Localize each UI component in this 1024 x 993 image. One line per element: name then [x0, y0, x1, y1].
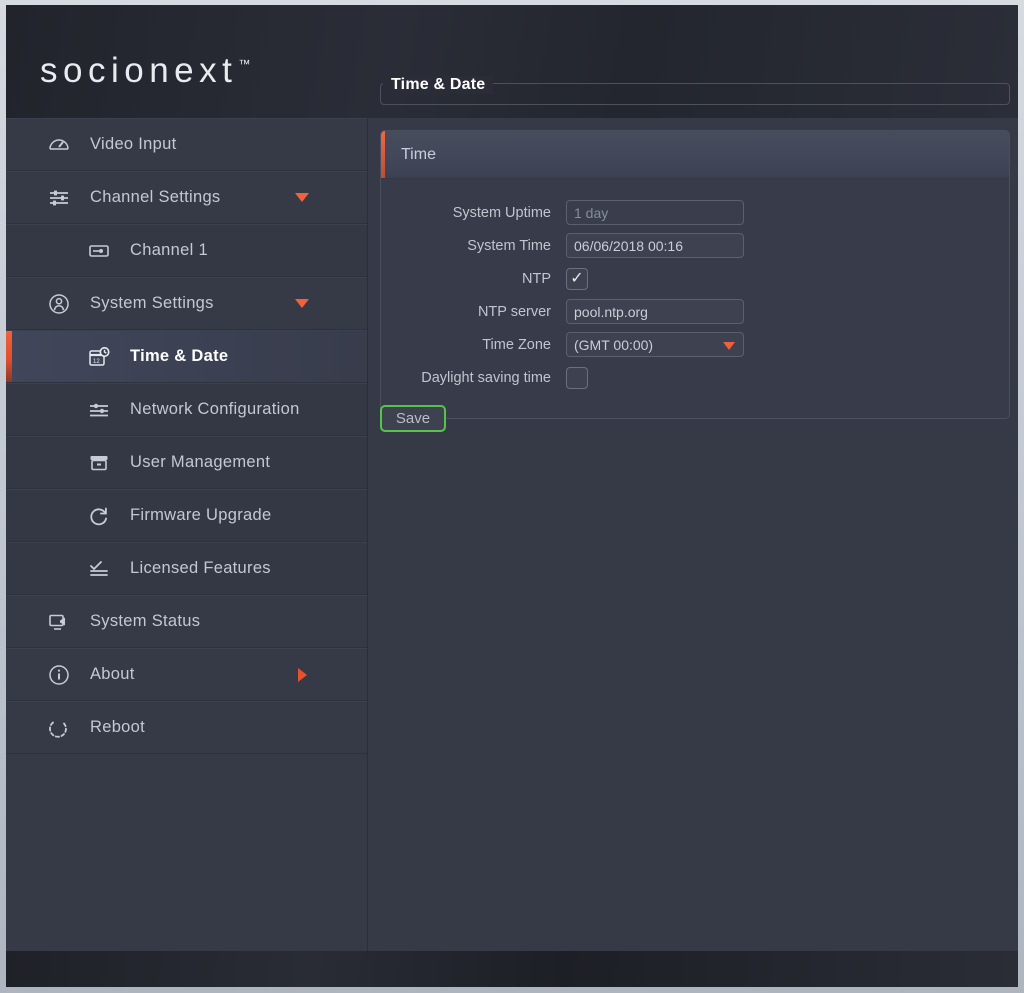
sidebar-item-label: Firmware Upgrade: [130, 506, 272, 524]
sidebar-item-video-input[interactable]: Video Input: [6, 118, 367, 171]
ntp-label: NTP: [522, 270, 551, 287]
daylight-saving-checkbox[interactable]: ✓: [566, 366, 588, 389]
chevron-down-icon[interactable]: [295, 299, 309, 308]
footer-bar: [6, 951, 1018, 987]
system-time-label: System Time: [467, 237, 551, 254]
sidebar-item-label: Channel 1: [130, 241, 208, 259]
save-button[interactable]: Save: [380, 405, 446, 432]
sidebar-item-label: User Management: [130, 453, 271, 471]
sidebar: Video Input Channel Settings Channel 1 S…: [6, 118, 368, 951]
refresh-icon: [84, 501, 114, 531]
reboot-icon: [44, 713, 74, 743]
sidebar-item-channel-settings[interactable]: Channel Settings: [6, 171, 367, 224]
gauge-icon: [44, 130, 74, 160]
sidebar-item-label: Reboot: [90, 718, 146, 736]
daylight-saving-label: Daylight saving time: [421, 369, 551, 386]
system-time-field: [566, 233, 744, 258]
users-box-icon: [84, 448, 114, 478]
chevron-right-icon[interactable]: [298, 667, 307, 682]
user-icon: [44, 289, 74, 319]
sidebar-item-channel-1[interactable]: Channel 1: [6, 224, 367, 277]
window-frame: socionext™ Video Input Channel Settings …: [0, 0, 1024, 993]
check-icon: ✓: [570, 269, 584, 287]
sidebar-item-label: Network Configuration: [130, 400, 300, 418]
sidebar-item-label: System Settings: [90, 294, 214, 312]
row-ntp-server: NTP server: [381, 297, 1009, 326]
sidebar-item-system-settings[interactable]: System Settings: [6, 277, 367, 330]
brand-name: socionext: [40, 51, 238, 90]
time-zone-label: Time Zone: [482, 336, 551, 353]
ntp-server-label: NTP server: [477, 303, 551, 320]
page-root: socionext™ Video Input Channel Settings …: [6, 5, 1018, 987]
checklist-icon: [84, 554, 114, 584]
sidebar-item-label: Time & Date: [130, 347, 229, 365]
system-uptime-label: System Uptime: [452, 204, 551, 221]
panel-body: System Uptime System Time NTP ✓: [381, 179, 1009, 418]
sidebar-item-user-management[interactable]: User Management: [6, 436, 367, 489]
main-content: Time & Date Time System Uptime System Ti…: [369, 76, 1018, 951]
chevron-down-icon[interactable]: [295, 193, 309, 202]
time-zone-select[interactable]: [566, 332, 744, 357]
sidebar-item-reboot[interactable]: Reboot: [6, 701, 367, 754]
trademark-symbol: ™: [238, 57, 251, 71]
sidebar-item-firmware-upgrade[interactable]: Firmware Upgrade: [6, 489, 367, 542]
panel-title: Time: [401, 145, 436, 163]
brand-logo: socionext™: [40, 51, 250, 91]
system-uptime-field: [566, 200, 744, 225]
sidebar-item-time-and-date[interactable]: 12 Time & Date: [6, 330, 367, 383]
page-title: Time & Date: [383, 76, 494, 94]
panel-header: Time: [381, 131, 1009, 179]
sidebar-item-label: About: [90, 665, 135, 683]
network-icon: [84, 395, 114, 425]
sliders-icon: [44, 183, 74, 213]
time-zone-value[interactable]: [566, 332, 744, 357]
row-system-uptime: System Uptime: [381, 198, 1009, 227]
sidebar-item-label: Channel Settings: [90, 188, 221, 206]
sidebar-item-licensed-features[interactable]: Licensed Features: [6, 542, 367, 595]
svg-text:12: 12: [93, 359, 100, 365]
row-time-zone: Time Zone: [381, 330, 1009, 359]
row-daylight-saving: Daylight saving time ✓: [381, 363, 1009, 392]
calendar-clock-icon: 12: [84, 342, 114, 372]
sidebar-item-label: System Status: [90, 612, 201, 630]
sidebar-item-label: Video Input: [90, 135, 177, 153]
time-panel: Time System Uptime System Time NTP: [380, 130, 1010, 419]
sidebar-item-about[interactable]: About: [6, 648, 367, 701]
ntp-checkbox[interactable]: ✓: [566, 267, 588, 290]
row-system-time: System Time: [381, 231, 1009, 260]
sidebar-item-label: Licensed Features: [130, 559, 271, 577]
sidebar-item-network-configuration[interactable]: Network Configuration: [6, 383, 367, 436]
info-icon: [44, 660, 74, 690]
sidebar-item-system-status[interactable]: System Status: [6, 595, 367, 648]
monitor-icon: [44, 607, 74, 637]
ntp-server-input[interactable]: [566, 299, 744, 324]
channel-icon: [84, 236, 114, 266]
row-ntp: NTP ✓: [381, 264, 1009, 293]
